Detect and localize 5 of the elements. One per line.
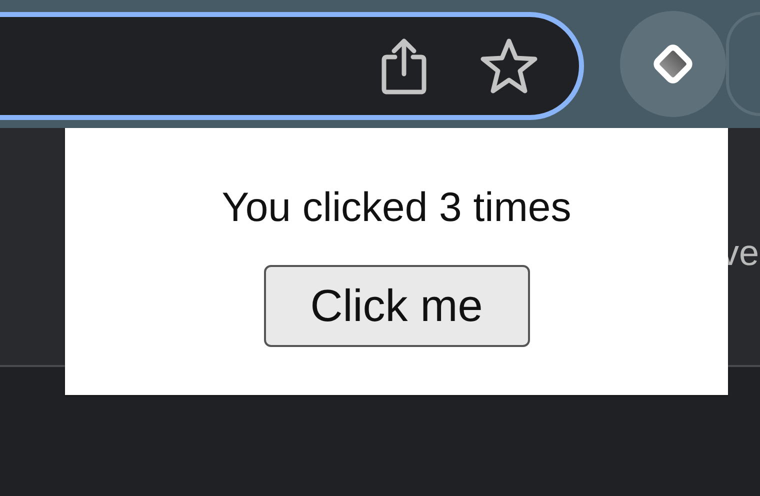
address-bar[interactable] (0, 12, 584, 120)
click-me-button[interactable]: Click me (264, 265, 530, 347)
share-icon[interactable] (381, 37, 427, 95)
star-icon[interactable] (479, 37, 539, 95)
click-count-text: You clicked 3 times (222, 184, 572, 231)
